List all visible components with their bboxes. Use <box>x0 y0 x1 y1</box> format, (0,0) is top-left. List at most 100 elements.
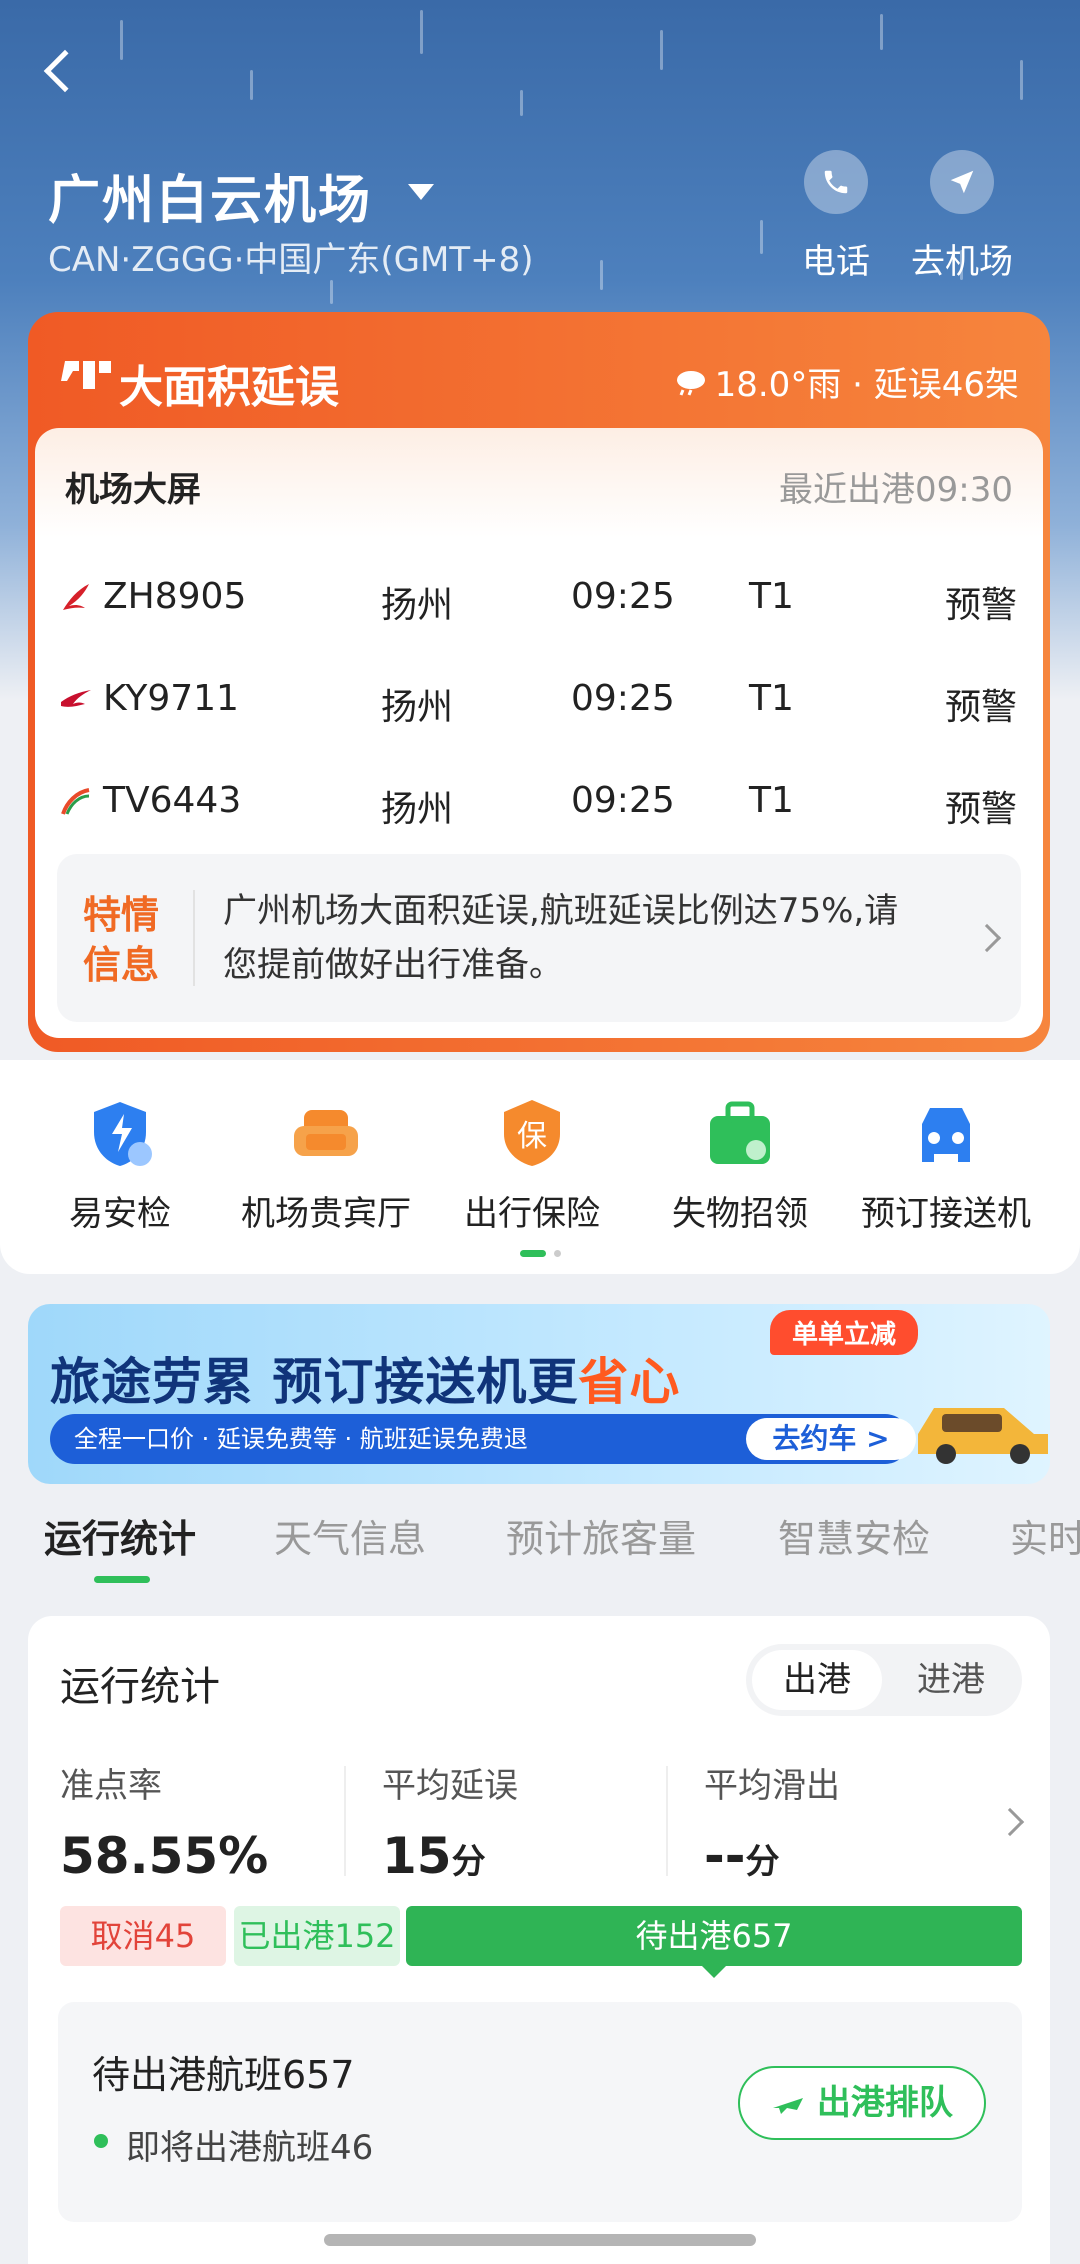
tab-passenger-volume[interactable]: 预计旅客量 <box>506 1508 696 1563</box>
flight-row[interactable]: ZH8905 扬州 09:25 T1 预警 <box>35 568 1043 628</box>
back-button[interactable] <box>40 44 87 104</box>
back-arrow-icon <box>43 49 87 93</box>
phone-button[interactable]: 电话 <box>776 150 896 283</box>
flight-terminal: T1 <box>749 780 794 821</box>
flight-number: ZH8905 <box>103 576 247 617</box>
banner-features-text: 全程一口价 · 延误免费等 · 航班延误免费退 <box>74 1425 528 1453</box>
navigate-label: 去机场 <box>911 242 1013 282</box>
flight-number: KY9711 <box>103 678 239 719</box>
latest-departure: 最近出港09:30 <box>779 470 1013 510</box>
dropdown-caret-icon[interactable] <box>408 184 434 200</box>
lost-found-bag-icon <box>702 1096 778 1172</box>
departure-queue-button[interactable]: 出港排队 <box>738 2066 986 2140</box>
airline-logo-icon <box>61 788 90 815</box>
delay-weather: 18.0°雨 · 延误46架 <box>673 357 1019 406</box>
chevron-right-icon[interactable] <box>995 1807 1025 1837</box>
service-lost-found[interactable]: 失物招领 <box>640 1096 840 1235</box>
tab-realtime[interactable]: 实时 <box>1010 1508 1080 1563</box>
flight-status: 预警 <box>945 687 1018 728</box>
flight-status: 预警 <box>945 789 1018 830</box>
flight-status: 预警 <box>945 585 1018 626</box>
metric-unit: 分 <box>745 1842 780 1882</box>
car-icon <box>908 1096 984 1172</box>
status-dot <box>94 2134 108 2148</box>
services-panel: 易安检 机场贵宾厅 保 出行保险 失物招领 预订接送机 <box>0 1060 1080 1274</box>
banner-title-highlight: 省心 <box>578 1353 681 1411</box>
notice-text: 广州机场大面积延误,航班延误比例达75%,请您提前做好出行准备。 <box>223 891 899 985</box>
pending-flights-panel: 待出港航班657 即将出港航班46 出港排队 <box>58 2002 1022 2222</box>
navigate-button[interactable]: 去机场 <box>902 150 1022 283</box>
service-airport-transfer[interactable]: 预订接送机 <box>846 1096 1046 1235</box>
metric-value: -- <box>704 1827 746 1885</box>
banner-badge: 单单立减 <box>770 1310 919 1355</box>
book-car-button[interactable]: 去约车 > <box>746 1418 916 1460</box>
banner-title: 旅途劳累 预订接送机更省心 <box>50 1342 680 1414</box>
phone-icon <box>804 150 868 214</box>
metric-label: 平均延误 <box>382 1766 518 1806</box>
service-label: 易安检 <box>69 1194 171 1234</box>
flight-terminal: T1 <box>749 678 794 719</box>
queue-button-label: 出港排队 <box>816 2083 953 2123</box>
flight-terminal: T1 <box>749 576 794 617</box>
page-dot-active <box>520 1250 546 1257</box>
security-shield-icon <box>82 1096 158 1172</box>
weather-text: 18.0°雨 · 延误46架 <box>714 365 1019 405</box>
navigate-icon <box>930 150 994 214</box>
metric-divider <box>344 1766 346 1876</box>
flight-row[interactable]: KY9711 扬州 09:25 T1 预警 <box>35 670 1043 730</box>
direction-toggle: 出港 进港 <box>746 1644 1022 1716</box>
toggle-arrival[interactable]: 进港 <box>886 1650 1016 1710</box>
pending-title: 待出港航班657 <box>92 2053 355 2097</box>
stats-title: 运行统计 <box>60 1664 220 1710</box>
operation-stats-card: 运行统计 出港 进港 准点率 58.55% 平均延误 15分 平均滑出 --分 … <box>28 1616 1050 2264</box>
service-label: 机场贵宾厅 <box>241 1194 411 1234</box>
lounge-sofa-icon <box>288 1096 364 1172</box>
screen-title: 机场大屏 <box>65 470 201 510</box>
banner-title-text: 旅途劳累 预订接送机更 <box>50 1353 579 1411</box>
service-label: 预订接送机 <box>861 1194 1031 1234</box>
service-label: 失物招领 <box>672 1194 808 1234</box>
shenzhen-airlines-logo-icon <box>63 584 89 610</box>
promo-banner[interactable]: 旅途劳累 预订接送机更省心 单单立减 全程一口价 · 延误免费等 · 航班延误免… <box>28 1304 1050 1484</box>
flight-city: 扬州 <box>381 585 454 626</box>
tab-smart-security[interactable]: 智慧安检 <box>778 1508 930 1563</box>
tab-indicator <box>94 1576 150 1583</box>
rain-cloud-icon <box>676 370 705 396</box>
flight-city: 扬州 <box>381 789 454 830</box>
flight-number: TV6443 <box>103 780 242 821</box>
tab-operation-stats[interactable]: 运行统计 <box>44 1508 196 1563</box>
toggle-departure[interactable]: 出港 <box>752 1650 882 1710</box>
insurance-icon: 保 <box>494 1096 570 1172</box>
delay-logo-icon <box>61 361 111 389</box>
svg-text:保: 保 <box>517 1119 547 1154</box>
notice-divider <box>193 890 195 986</box>
delay-title: 大面积延误 <box>119 362 339 413</box>
metric-on-time-rate: 准点率 58.55% <box>60 1758 268 1885</box>
cancelled-bar[interactable]: 取消45 <box>60 1906 226 1966</box>
airport-code: CAN·ZGGG·中国广东(GMT+8) <box>48 240 534 280</box>
home-indicator[interactable] <box>324 2234 756 2246</box>
flight-city: 扬州 <box>381 687 454 728</box>
airport-screen-panel: 机场大屏 最近出港09:30 ZH8905 扬州 09:25 T1 预警 KY9… <box>35 428 1043 1038</box>
chevron-right-icon <box>972 923 1002 953</box>
service-vip-lounge[interactable]: 机场贵宾厅 <box>226 1096 426 1235</box>
page-dot <box>554 1250 561 1257</box>
flight-time: 09:25 <box>571 678 675 719</box>
metric-unit: 分 <box>451 1842 486 1882</box>
tab-weather[interactable]: 天气信息 <box>274 1508 426 1563</box>
delay-card: 大面积延误 18.0°雨 · 延误46架 机场大屏 最近出港09:30 ZH89… <box>28 312 1050 1052</box>
metric-label: 准点率 <box>60 1766 162 1806</box>
phone-label: 电话 <box>802 242 870 282</box>
service-label: 出行保险 <box>464 1194 600 1234</box>
special-notice[interactable]: 特情信息 广州机场大面积延误,航班延误比例达75%,请您提前做好出行准备。 <box>57 854 1021 1022</box>
service-easy-security[interactable]: 易安检 <box>20 1096 220 1235</box>
flight-row[interactable]: TV6443 扬州 09:25 T1 预警 <box>35 772 1043 832</box>
departed-bar[interactable]: 已出港152 <box>234 1906 400 1966</box>
pending-bar[interactable]: 待出港657 <box>406 1906 1022 1978</box>
airline-logo-icon <box>61 690 91 707</box>
metric-label: 平均滑出 <box>704 1766 840 1806</box>
service-travel-insurance[interactable]: 保 出行保险 <box>432 1096 632 1235</box>
airport-name[interactable]: 广州白云机场 <box>48 158 372 233</box>
car-illustration-icon <box>918 1408 1048 1464</box>
plane-icon <box>773 2097 804 2114</box>
